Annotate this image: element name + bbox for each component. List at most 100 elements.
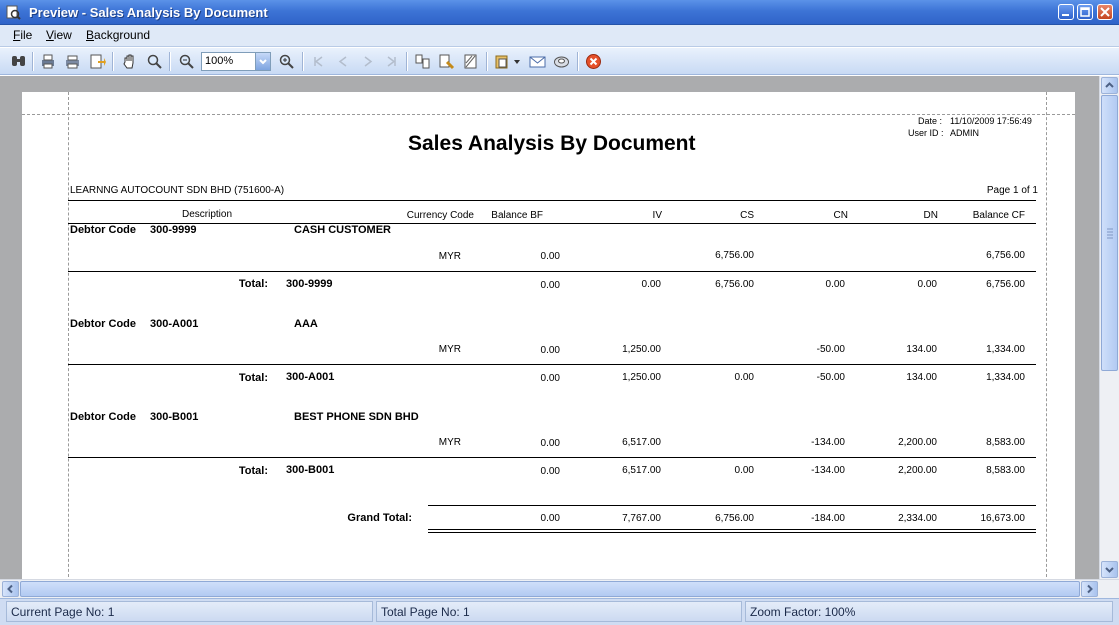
toolbar: 100% (0, 48, 1119, 75)
date-label: Date : (918, 116, 943, 126)
col-description: Description (182, 209, 233, 220)
debtor-code-label: Debtor Code (70, 411, 136, 423)
col-iv: IV (652, 210, 662, 221)
total-cf: 1,334.00 (986, 372, 1025, 383)
email-icon[interactable] (529, 53, 546, 70)
debtor-code: 300-9999 (150, 224, 197, 236)
total-cs: 6,756.00 (715, 279, 754, 290)
detail-bf: 0.00 (540, 438, 560, 449)
multi-page-icon[interactable] (414, 53, 431, 70)
user-id-value: ADMIN (950, 128, 979, 138)
preview-area[interactable]: Date : 11/10/2009 17:56:49 User ID : ADM… (0, 76, 1099, 579)
total-cn: 0.00 (825, 279, 845, 290)
detail-bf: 0.00 (540, 251, 560, 262)
debtor-code-label: Debtor Code (70, 224, 136, 236)
export-icon[interactable] (89, 53, 106, 70)
date-value: 11/10/2009 17:56:49 (950, 116, 1032, 126)
report-title: Sales Analysis By Document (408, 132, 696, 155)
total-label: Total: (238, 372, 268, 384)
horizontal-scrollbar[interactable] (0, 579, 1119, 598)
vertical-scroll-thumb[interactable] (1101, 95, 1118, 371)
last-page-icon[interactable] (383, 53, 400, 70)
hand-tool-icon[interactable] (121, 53, 138, 70)
status-zoom-factor: Zoom Factor: 100% (745, 601, 1113, 622)
report-page: Date : 11/10/2009 17:56:49 User ID : ADM… (22, 92, 1075, 579)
total-dn: 0.00 (917, 279, 937, 290)
grand-total-dn: 2,334.00 (898, 513, 937, 524)
zoom-select[interactable]: 100% (201, 52, 271, 71)
close-button[interactable] (1097, 4, 1113, 20)
total-dn: 2,200.00 (898, 465, 937, 476)
col-cn: CN (833, 210, 848, 221)
open-icon[interactable] (494, 53, 511, 70)
grand-total-cn: -184.00 (811, 513, 845, 524)
window-title: Preview - Sales Analysis By Document (29, 5, 268, 20)
vertical-scrollbar[interactable] (1099, 76, 1119, 579)
company-name: LEARNNG AUTOCOUNT SDN BHD (751600-A) (70, 185, 285, 196)
detail-cf: 1,334.00 (986, 344, 1025, 355)
menu-view[interactable]: View (46, 28, 72, 42)
magnifier-icon[interactable] (146, 53, 163, 70)
col-balance-cf: Balance CF (972, 210, 1025, 221)
chevron-up-icon (1105, 82, 1114, 88)
debtor-name: AAA (294, 318, 318, 330)
first-page-icon[interactable] (310, 53, 327, 70)
detail-bf: 0.00 (540, 345, 560, 356)
zoom-in-icon[interactable] (278, 53, 295, 70)
grand-total-bf: 0.00 (540, 513, 560, 524)
horizontal-scroll-thumb[interactable] (20, 581, 1080, 597)
minimize-button[interactable] (1058, 4, 1074, 20)
total-bf: 0.00 (540, 280, 560, 291)
scroll-down-button[interactable] (1101, 561, 1118, 578)
chevron-down-icon (1105, 567, 1114, 573)
menu-background[interactable]: Background (86, 28, 150, 42)
total-cf: 6,756.00 (986, 279, 1025, 290)
print-setup-icon[interactable] (40, 53, 57, 70)
menu-file[interactable]: File (13, 28, 32, 42)
total-code: 300-B001 (286, 464, 335, 476)
detail-currency: MYR (438, 437, 461, 448)
detail-iv: 6,517.00 (622, 437, 661, 448)
save-icon[interactable] (553, 53, 570, 70)
total-cn: -50.00 (816, 372, 845, 383)
chevron-down-icon[interactable] (255, 53, 270, 70)
chevron-down-icon[interactable] (514, 60, 521, 65)
detail-cn: -134.00 (811, 437, 845, 448)
debtor-code: 300-A001 (150, 318, 199, 330)
grand-total-cf: 16,673.00 (980, 513, 1026, 524)
total-cf: 8,583.00 (986, 465, 1025, 476)
print-icon[interactable] (64, 53, 81, 70)
zoom-out-icon[interactable] (178, 53, 195, 70)
watermark-icon[interactable] (462, 53, 479, 70)
debtor-code: 300-B001 (150, 411, 199, 423)
debtor-name: BEST PHONE SDN BHD (294, 411, 419, 423)
find-icon[interactable] (10, 53, 27, 70)
total-iv: 1,250.00 (622, 372, 661, 383)
title-bar: Preview - Sales Analysis By Document (0, 0, 1119, 25)
col-dn: DN (923, 210, 938, 221)
detail-iv: 1,250.00 (622, 344, 661, 355)
scroll-right-button[interactable] (1081, 581, 1098, 597)
col-balance-bf: Balance BF (491, 210, 543, 221)
total-bf: 0.00 (540, 373, 560, 384)
detail-currency: MYR (438, 251, 461, 262)
prev-page-icon[interactable] (335, 53, 352, 70)
total-cs: 0.00 (734, 372, 754, 383)
chevron-left-icon (7, 584, 13, 594)
total-iv: 6,517.00 (622, 465, 661, 476)
grand-total-cs: 6,756.00 (715, 513, 754, 524)
close-preview-icon[interactable] (585, 53, 602, 70)
detail-currency: MYR (438, 344, 461, 355)
maximize-button[interactable] (1077, 4, 1093, 20)
total-label: Total: (238, 465, 268, 477)
scroll-up-button[interactable] (1101, 77, 1118, 94)
grand-total-label: Grand Total: (347, 512, 412, 524)
close-icon (1100, 7, 1110, 17)
zoom-value: 100% (205, 55, 234, 67)
page-setup-icon[interactable] (438, 53, 455, 70)
next-page-icon[interactable] (359, 53, 376, 70)
total-cn: -134.00 (811, 465, 845, 476)
detail-cf: 6,756.00 (986, 250, 1025, 261)
scroll-left-button[interactable] (2, 581, 19, 597)
detail-dn: 134.00 (906, 344, 937, 355)
